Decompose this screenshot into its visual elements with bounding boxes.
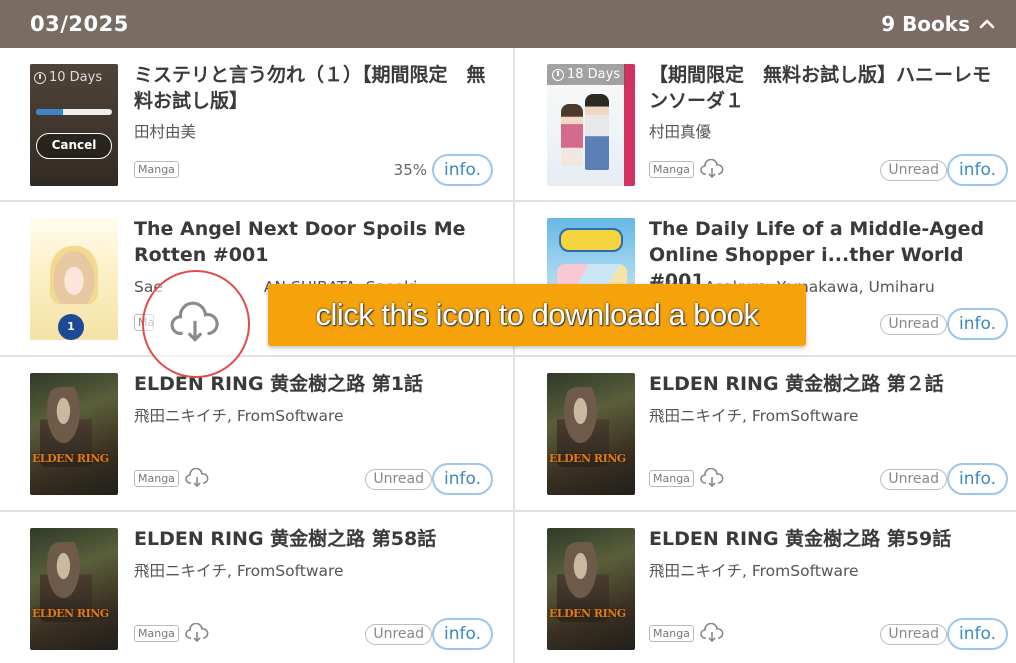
book-author: 飛田ニキイチ, FromSoftware (649, 562, 859, 580)
book-title: ELDEN RING 黄金樹之路 第58話 (134, 528, 437, 550)
book-card[interactable]: ELDEN RING ELDEN RING 黄金樹之路 第２話 飛田ニキイチ, … (515, 357, 1016, 509)
book-cover[interactable]: ELDEN RING (547, 528, 635, 650)
format-tag: Manga (134, 470, 179, 487)
cloud-download-icon[interactable] (185, 623, 209, 643)
info-button[interactable]: info. (947, 308, 1008, 340)
cover-spine (624, 64, 635, 186)
book-cover[interactable]: ELDEN RING (30, 528, 118, 650)
book-author: 飛田ニキイチ, FromSoftware (649, 407, 859, 425)
clock-icon (34, 71, 46, 84)
cancel-download-button[interactable]: Cancel (36, 133, 112, 159)
book-count-label: 9 Books (881, 12, 970, 36)
book-card[interactable]: ELDEN RING ELDEN RING 黄金樹之路 第58話 飛田ニキイチ,… (0, 512, 513, 663)
book-card[interactable]: ELDEN RING ELDEN RING 黄金樹之路 第1話 飛田ニキイチ, … (0, 357, 513, 509)
info-button[interactable]: info. (947, 463, 1008, 495)
book-cover[interactable]: ELDEN RING (547, 373, 635, 495)
info-button[interactable]: info. (432, 463, 493, 495)
cover-art (585, 94, 609, 170)
info-button[interactable]: info. (947, 618, 1008, 650)
rental-days-label: 10 Days (49, 70, 103, 85)
book-title: ミステリと言う勿れ（１）【期間限定 無料お試し版】 (134, 64, 486, 112)
cloud-download-icon[interactable] (700, 159, 724, 179)
unread-badge: Unread (880, 314, 947, 335)
info-button[interactable]: info. (947, 154, 1008, 186)
unread-badge: Unread (880, 469, 947, 490)
book-author: 村田真優 (649, 123, 712, 141)
cover-logo-text: ELDEN RING (549, 452, 626, 465)
rental-days-badge: 18 Days (547, 64, 626, 85)
book-author: 飛田ニキイチ, FromSoftware (134, 407, 344, 425)
book-cover[interactable]: 18 Days (547, 64, 635, 186)
book-title: 【期間限定 無料お試し版】ハニーレモンソーダ１ (649, 64, 992, 112)
book-title: ELDEN RING 黄金樹之路 第２話 (649, 373, 944, 395)
cloud-download-icon[interactable] (185, 468, 209, 488)
rental-days-badge: 10 Days (34, 70, 102, 85)
cloud-download-icon[interactable] (700, 623, 724, 643)
download-progress-bar (36, 109, 112, 115)
unread-badge: Unread (365, 624, 432, 645)
month-header[interactable]: 03/2025 9 Books (0, 0, 1016, 48)
volume-badge: 1 (58, 314, 84, 340)
book-title: ELDEN RING 黄金樹之路 第59話 (649, 528, 952, 550)
clock-icon (552, 68, 564, 81)
book-author: 田村由美 (134, 123, 197, 141)
cloud-download-icon[interactable] (170, 300, 220, 346)
month-label: 03/2025 (30, 12, 129, 36)
cover-logo-text: ELDEN RING (549, 607, 626, 620)
chevron-up-icon (979, 19, 995, 29)
cover-logo-text: ELDEN RING (32, 607, 109, 620)
book-author: 飛田ニキイチ, FromSoftware (134, 562, 344, 580)
book-card[interactable]: 18 Days 【期間限定 無料お試し版】ハニーレモンソーダ１ 村田真優 Man… (515, 48, 1016, 200)
format-tag: Manga (134, 161, 179, 178)
format-tag: Manga (134, 625, 179, 642)
cover-art (561, 104, 583, 166)
format-tag: Manga (649, 625, 694, 642)
cover-art (50, 246, 98, 304)
info-button[interactable]: info. (432, 154, 493, 186)
cover-logo (559, 228, 623, 252)
download-percent: 35% (393, 161, 427, 179)
instruction-callout: click this icon to download a book (268, 284, 806, 346)
book-card[interactable]: 10 Days Cancel ミステリと言う勿れ（１）【期間限定 無料お試し版】… (0, 48, 513, 200)
info-button[interactable]: info. (432, 618, 493, 650)
rental-days-label: 18 Days (567, 67, 621, 82)
book-count-toggle[interactable]: 9 Books (881, 12, 996, 36)
book-card[interactable]: ELDEN RING ELDEN RING 黄金樹之路 第59話 飛田ニキイチ,… (515, 512, 1016, 663)
unread-badge: Unread (880, 624, 947, 645)
download-progress-fill (36, 109, 63, 115)
format-tag: Manga (649, 470, 694, 487)
format-tag: Manga (649, 161, 694, 178)
book-cover[interactable]: 1 (30, 218, 118, 340)
book-cover[interactable]: ELDEN RING (30, 373, 118, 495)
cover-logo-text: ELDEN RING (32, 452, 109, 465)
book-cover[interactable]: 10 Days Cancel (30, 64, 118, 186)
unread-badge: Unread (880, 160, 947, 181)
cloud-download-icon[interactable] (700, 468, 724, 488)
book-title: The Angel Next Door Spoils Me Rotten #00… (134, 218, 466, 266)
unread-badge: Unread (365, 469, 432, 490)
